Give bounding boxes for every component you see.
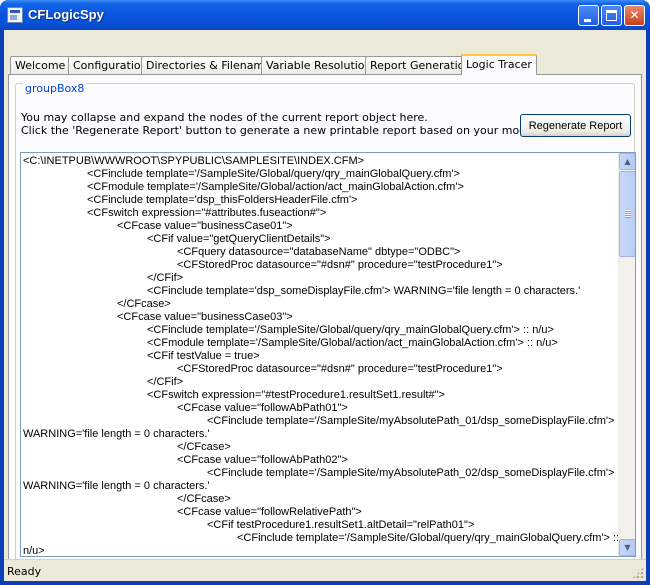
tree-node[interactable]: <CFinclude template='/SampleSite/Global/…: [23, 532, 619, 545]
app-window: CFLogicSpy ✕ Welcome Configuration Direc…: [0, 0, 650, 585]
client-area: Welcome Configuration Directories & File…: [4, 30, 646, 581]
title-bar[interactable]: CFLogicSpy ✕: [0, 0, 650, 30]
close-button[interactable]: ✕: [624, 5, 645, 26]
tree-node[interactable]: <CFif value="getQueryClientDetails">: [23, 233, 619, 246]
tree-node[interactable]: <CFcase value="followRelativePath">: [23, 506, 619, 519]
tree-node[interactable]: <CFcase value="followAbPath01">: [23, 402, 619, 415]
tab-logic-tracer[interactable]: Logic Tracer: [461, 54, 537, 75]
group-box: groupBox8 You may collapse and expand th…: [15, 82, 636, 571]
tree-node[interactable]: </CFif>: [23, 376, 619, 389]
window-title: CFLogicSpy: [28, 7, 104, 22]
tab-welcome[interactable]: Welcome: [10, 56, 71, 74]
tree-node[interactable]: <CFif testValue = true>: [23, 350, 619, 363]
vertical-scrollbar[interactable]: ▲ ▼: [618, 153, 635, 556]
tree-node[interactable]: <CFswitch expression="#attributes.fuseac…: [23, 207, 619, 220]
tree-node[interactable]: </CFcase>: [23, 441, 619, 454]
app-icon: [7, 7, 23, 23]
scroll-grip-icon: [625, 210, 631, 218]
tree-node[interactable]: <CFinclude template='/SampleSite/Global/…: [23, 168, 619, 181]
tree-node[interactable]: </CFcase>: [23, 298, 619, 311]
scroll-up-arrow-icon[interactable]: ▲: [619, 153, 635, 170]
tree-node[interactable]: <CFinclude template='dsp_thisFoldersHead…: [23, 194, 619, 207]
tab-report-generation[interactable]: Report Generation: [365, 56, 477, 74]
status-bar: Ready: [4, 559, 646, 581]
scroll-down-arrow-icon[interactable]: ▼: [619, 539, 635, 556]
tab-configuration[interactable]: Configuration: [68, 56, 153, 74]
resize-grip-icon[interactable]: [632, 567, 644, 579]
status-text: Ready: [7, 565, 42, 578]
tree-node[interactable]: <CFif testProcedure1.resultSet1.altDetai…: [23, 519, 619, 532]
tree-node[interactable]: <CFcase value="followAbPath02">: [23, 454, 619, 467]
tree-node[interactable]: <CFmodule template='/SampleSite/Global/a…: [23, 181, 619, 194]
tree-node[interactable]: <CFinclude template='dsp_someDisplayFile…: [23, 285, 619, 298]
maximize-button[interactable]: [601, 5, 622, 26]
tree-node[interactable]: <CFStoredProc datasource="#dsn#" procedu…: [23, 259, 619, 272]
tree-node[interactable]: <CFinclude template='/SampleSite/myAbsol…: [23, 467, 619, 480]
tree-node[interactable]: n/u>: [23, 545, 619, 554]
tree-node[interactable]: <CFcase value="businessCase03">: [23, 311, 619, 324]
regenerate-report-button[interactable]: Regenerate Report: [520, 114, 631, 137]
tab-strip: Welcome Configuration Directories & File…: [8, 54, 648, 75]
scrollbar-thumb[interactable]: [619, 171, 635, 257]
tree-node[interactable]: <CFmodule template='/SampleSite/Global/a…: [23, 337, 619, 350]
minimize-button[interactable]: [578, 5, 599, 26]
tree-node[interactable]: WARNING='file length = 0 characters.': [23, 480, 619, 493]
tree-node[interactable]: <CFStoredProc datasource="#dsn#" procedu…: [23, 363, 619, 376]
description-line-2: Click the 'Regenerate Report' button to …: [21, 124, 526, 137]
group-box-title: groupBox8: [23, 82, 87, 95]
tab-variable-resolution[interactable]: Variable Resolution: [261, 56, 377, 74]
tree-node[interactable]: <C:\INETPUB\WWWROOT\SPYPUBLIC\SAMPLESITE…: [23, 155, 619, 168]
tree-node[interactable]: <CFswitch expression="#testProcedure1.re…: [23, 389, 619, 402]
description-line-1: You may collapse and expand the nodes of…: [21, 111, 428, 124]
tree-node[interactable]: <CFinclude template='/SampleSite/myAbsol…: [23, 415, 619, 428]
tree-node[interactable]: </CFcase>: [23, 493, 619, 506]
tree-node[interactable]: WARNING='file length = 0 characters.': [23, 428, 619, 441]
logic-tracer-page: groupBox8 You may collapse and expand th…: [8, 74, 642, 577]
tree-node[interactable]: <CFcase value="businessCase01">: [23, 220, 619, 233]
trace-tree-view[interactable]: <C:\INETPUB\WWWROOT\SPYPUBLIC\SAMPLESITE…: [20, 152, 636, 557]
tree-node[interactable]: </CFif>: [23, 272, 619, 285]
tree-node[interactable]: <CFquery datasource="databaseName" dbtyp…: [23, 246, 619, 259]
tree-node[interactable]: <CFinclude template='/SampleSite/Global/…: [23, 324, 619, 337]
trace-tree-lines: <C:\INETPUB\WWWROOT\SPYPUBLIC\SAMPLESITE…: [23, 155, 619, 554]
